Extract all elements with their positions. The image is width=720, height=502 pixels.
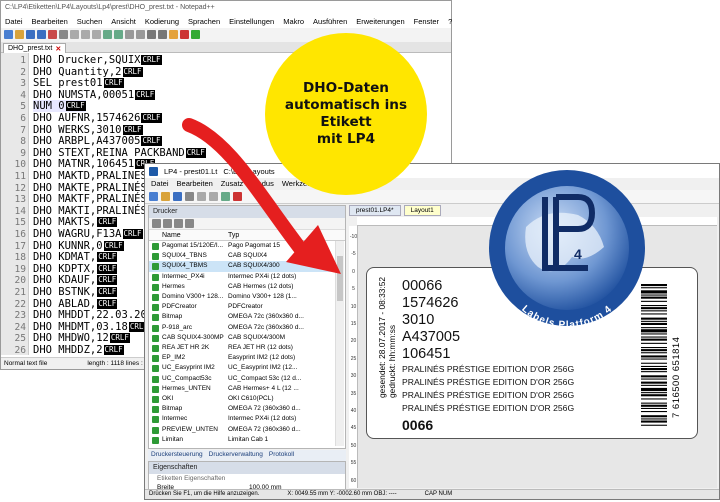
callout-line-4: mit LP4 xyxy=(316,131,376,147)
lp4-globe-logo: 4 Labels Platform 4 xyxy=(489,170,645,329)
callout-line-1: DHO-Daten xyxy=(303,80,389,96)
logo-letter-l xyxy=(542,197,548,271)
logo-digit: 4 xyxy=(574,246,582,262)
logo-letter-l-base xyxy=(542,265,588,271)
callout-line-3: Etikett xyxy=(320,114,372,130)
callout-bubble: DHO-Daten automatisch ins Etikett mit LP… xyxy=(265,33,427,195)
callout-line-2: automatisch ins xyxy=(284,97,408,113)
